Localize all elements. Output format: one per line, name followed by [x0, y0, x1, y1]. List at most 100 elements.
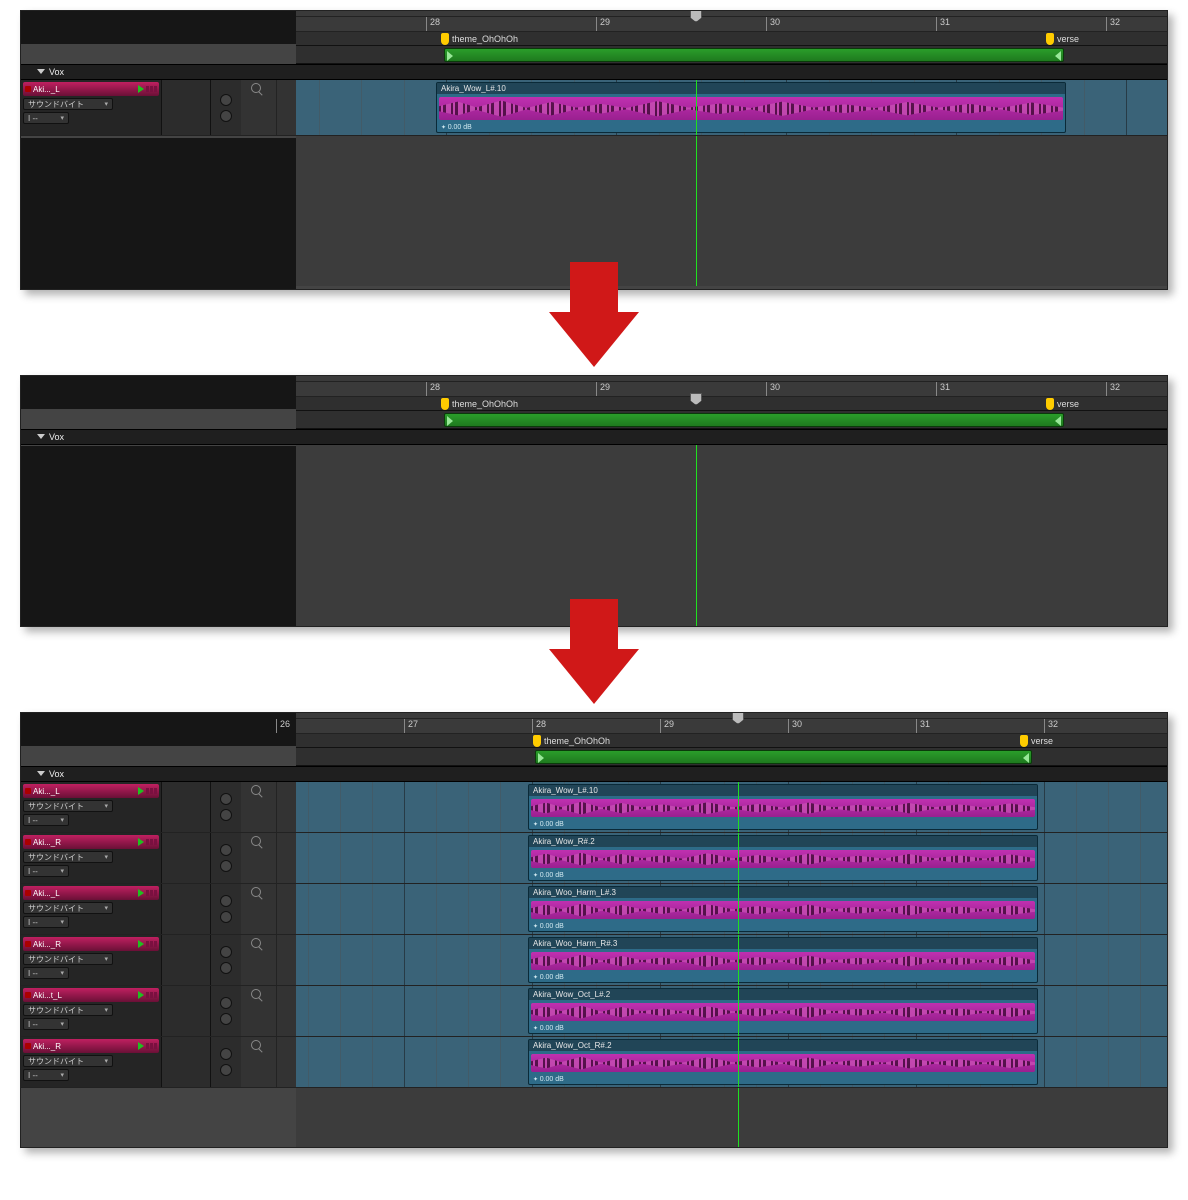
folder-header-vox[interactable]: Vox: [21, 64, 1167, 80]
marker[interactable]: verse: [1046, 32, 1079, 46]
record-enable-icon[interactable]: [25, 941, 31, 947]
aux-knob[interactable]: [220, 962, 232, 974]
marker-strip[interactable]: theme_OhOhOh verse: [296, 734, 1167, 748]
track-header[interactable]: Aki..._L サウンドバイト▾ I --▾: [21, 80, 296, 135]
track-search-button[interactable]: [241, 782, 271, 832]
pan-knob[interactable]: [220, 793, 232, 805]
record-enable-icon[interactable]: [25, 86, 31, 92]
folder-header-vox[interactable]: Vox: [21, 429, 1167, 445]
arrange-region[interactable]: [444, 48, 1064, 62]
input-monitor-icon[interactable]: [138, 838, 144, 846]
track-header[interactable]: Aki..._Rサウンドバイト▾I --▾: [21, 1037, 296, 1087]
marker-pin-icon[interactable]: [1020, 735, 1028, 747]
track-header[interactable]: Aki..._Rサウンドバイト▾I --▾: [21, 833, 296, 883]
track-name-strip[interactable]: Aki..._R: [23, 937, 159, 951]
take-selector[interactable]: サウンドバイト▾: [23, 800, 113, 812]
audio-clip[interactable]: Akira_Wow_R#.20.00 dB: [528, 835, 1038, 881]
marker-pin-icon[interactable]: [1046, 33, 1054, 45]
take-selector[interactable]: サウンドバイト▾: [23, 902, 113, 914]
arrange-strip[interactable]: [296, 411, 1167, 429]
input-monitor-icon[interactable]: [138, 940, 144, 948]
track-search-button[interactable]: [241, 80, 271, 135]
track-search-button[interactable]: [241, 986, 271, 1036]
playhead[interactable]: [696, 445, 697, 627]
take-selector[interactable]: サウンドバイト▾: [23, 1004, 113, 1016]
marker-pin-icon[interactable]: [441, 33, 449, 45]
arrange-region[interactable]: [444, 413, 1064, 427]
input-monitor-icon[interactable]: [138, 85, 144, 93]
audio-clip[interactable]: Akira_Wow_L#.10 0.00 dB: [436, 82, 1066, 133]
marker[interactable]: verse: [1020, 734, 1053, 748]
volume-fader[interactable]: [161, 1037, 211, 1087]
marker-pin-icon[interactable]: [533, 735, 541, 747]
marker-pin-icon[interactable]: [1046, 398, 1054, 410]
pan-knob[interactable]: [220, 844, 232, 856]
folder-disclosure-icon[interactable]: [37, 771, 45, 776]
input-monitor-icon[interactable]: [138, 991, 144, 999]
track-lane[interactable]: Akira_Wow_Oct_L#.20.00 dB: [296, 986, 1167, 1036]
volume-fader[interactable]: [161, 80, 211, 135]
aux-knob[interactable]: [220, 1064, 232, 1076]
aux-knob[interactable]: [220, 1013, 232, 1025]
take-selector[interactable]: サウンドバイト▾: [23, 98, 113, 110]
record-enable-icon[interactable]: [25, 992, 31, 998]
aux-knob[interactable]: [220, 809, 232, 821]
track-name-strip[interactable]: Aki..._L: [23, 82, 159, 96]
track-lane[interactable]: Akira_Woo_Harm_L#.30.00 dB: [296, 884, 1167, 934]
audio-clip[interactable]: Akira_Wow_Oct_L#.20.00 dB: [528, 988, 1038, 1034]
marker-pin-icon[interactable]: [441, 398, 449, 410]
track-name-strip[interactable]: Aki..._L: [23, 886, 159, 900]
insert-selector[interactable]: I --▾: [23, 112, 69, 124]
track-header[interactable]: Aki...t_Lサウンドバイト▾I --▾: [21, 986, 296, 1036]
volume-fader[interactable]: [161, 782, 211, 832]
pan-knob[interactable]: [220, 997, 232, 1009]
volume-fader[interactable]: [161, 986, 211, 1036]
volume-fader[interactable]: [161, 833, 211, 883]
folder-disclosure-icon[interactable]: [37, 69, 45, 74]
pan-knob[interactable]: [220, 946, 232, 958]
aux-knob[interactable]: [220, 860, 232, 872]
input-monitor-icon[interactable]: [138, 1042, 144, 1050]
track-search-button[interactable]: [241, 833, 271, 883]
pan-knob[interactable]: [220, 895, 232, 907]
aux-knob[interactable]: [220, 110, 232, 122]
track-search-button[interactable]: [241, 884, 271, 934]
volume-fader[interactable]: [161, 935, 211, 985]
marker[interactable]: theme_OhOhOh: [533, 734, 610, 748]
marker-strip[interactable]: theme_OhOhOh verse: [296, 397, 1167, 411]
take-selector[interactable]: サウンドバイト▾: [23, 851, 113, 863]
track-name-strip[interactable]: Aki..._R: [23, 1039, 159, 1053]
take-selector[interactable]: サウンドバイト▾: [23, 1055, 113, 1067]
track-lane[interactable]: Akira_Wow_R#.20.00 dB: [296, 833, 1167, 883]
arrange-strip[interactable]: [296, 748, 1167, 766]
insert-selector[interactable]: I --▾: [23, 916, 69, 928]
track-lane[interactable]: Akira_Woo_Harm_R#.30.00 dB: [296, 935, 1167, 985]
folder-header-vox[interactable]: Vox: [21, 766, 1167, 782]
pan-knob[interactable]: [220, 94, 232, 106]
input-monitor-icon[interactable]: [138, 787, 144, 795]
insert-selector[interactable]: I --▾: [23, 814, 69, 826]
aux-knob[interactable]: [220, 911, 232, 923]
folder-disclosure-icon[interactable]: [37, 434, 45, 439]
volume-fader[interactable]: [161, 884, 211, 934]
marker[interactable]: verse: [1046, 397, 1079, 411]
record-enable-icon[interactable]: [25, 839, 31, 845]
take-selector[interactable]: サウンドバイト▾: [23, 953, 113, 965]
marker-strip[interactable]: theme_OhOhOhverse: [296, 32, 1167, 46]
pan-knob[interactable]: [220, 1048, 232, 1060]
arrange-region[interactable]: [535, 750, 1032, 764]
arrange-strip[interactable]: [296, 46, 1167, 64]
input-monitor-icon[interactable]: [138, 889, 144, 897]
bar-ruler[interactable]: 26272829303132: [296, 719, 1167, 734]
track-name-strip[interactable]: Aki..._L: [23, 784, 159, 798]
track-lane[interactable]: Akira_Wow_L#.10 0.00 dB: [296, 80, 1167, 135]
record-enable-icon[interactable]: [25, 1043, 31, 1049]
audio-clip[interactable]: Akira_Woo_Harm_L#.30.00 dB: [528, 886, 1038, 932]
bar-ruler[interactable]: 2829303132: [296, 382, 1167, 397]
track-header[interactable]: Aki..._L サウンドバイト▾ I --▾: [21, 782, 296, 832]
marker[interactable]: theme_OhOhOh: [441, 397, 518, 411]
track-lane[interactable]: Akira_Wow_Oct_R#.20.00 dB: [296, 1037, 1167, 1087]
bar-ruler[interactable]: 2829303132: [296, 17, 1167, 32]
audio-clip[interactable]: Akira_Wow_L#.100.00 dB: [528, 784, 1038, 830]
record-enable-icon[interactable]: [25, 890, 31, 896]
